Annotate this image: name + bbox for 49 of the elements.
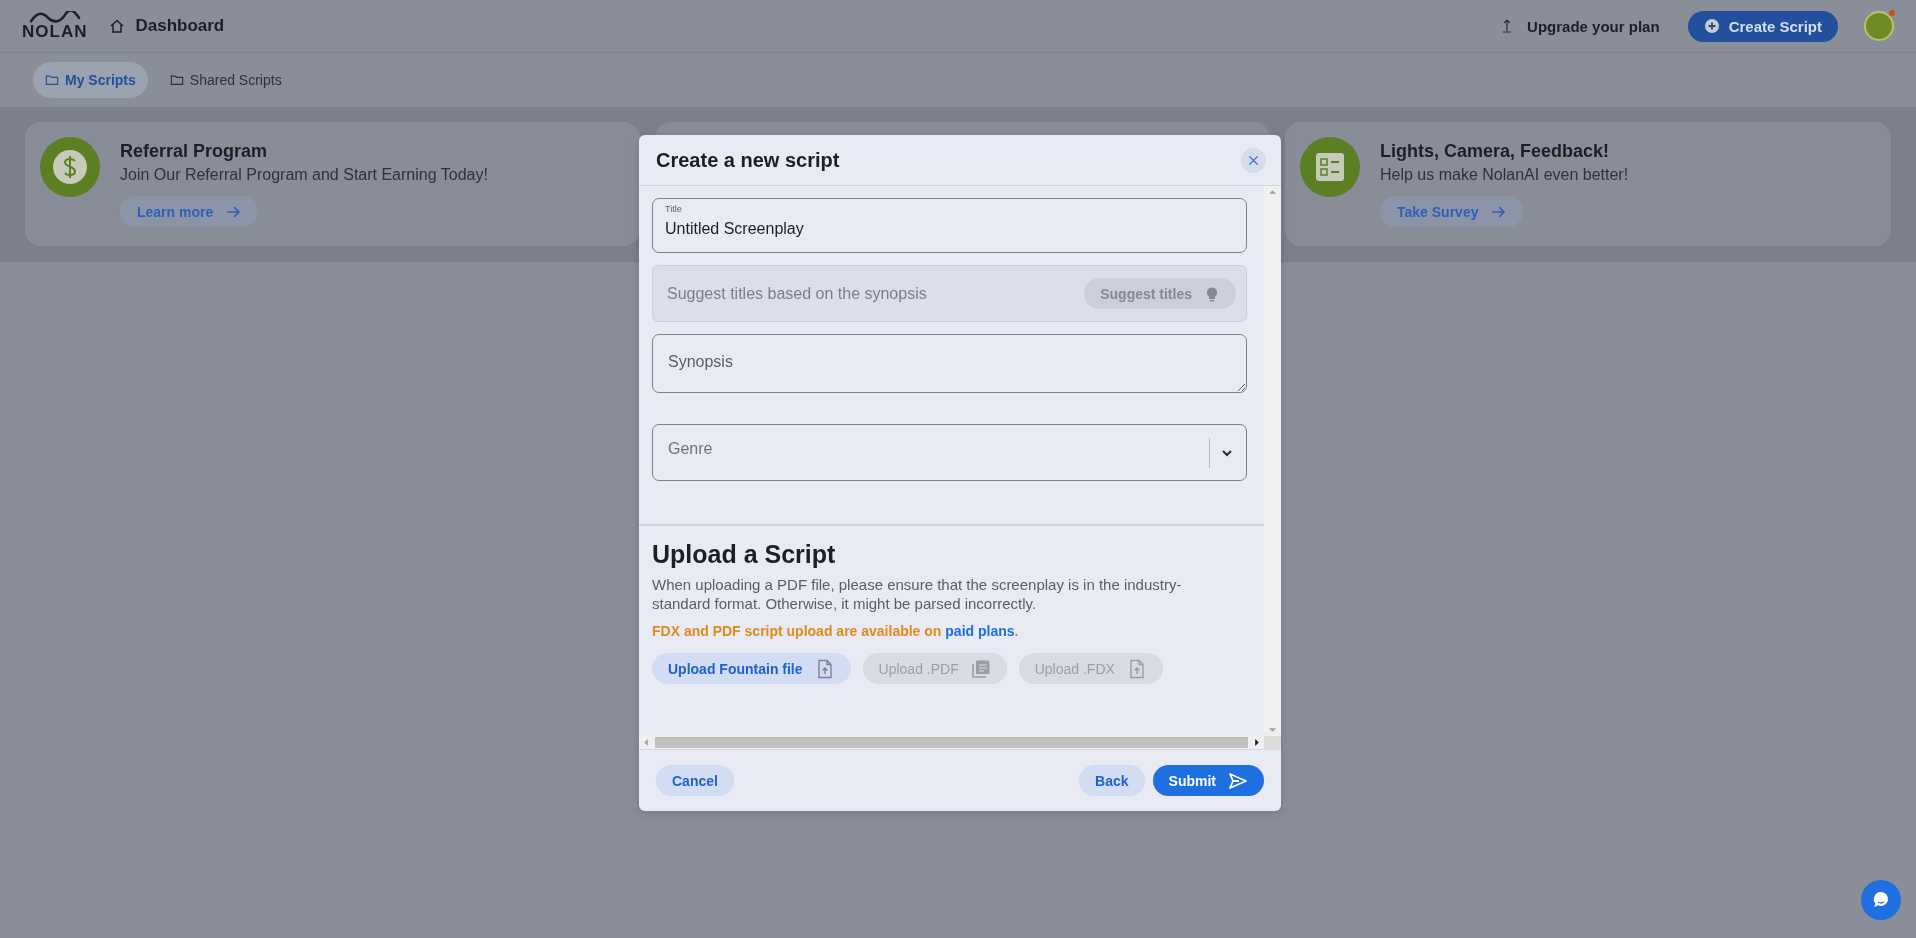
dialog-title: Create a new script (656, 148, 840, 172)
upgrade-link[interactable]: Upgrade your plan (1493, 16, 1666, 36)
page-title: Dashboard (135, 16, 225, 36)
paid-plans-link[interactable]: paid plans (945, 623, 1015, 639)
dollar-icon (40, 137, 100, 197)
home-icon (109, 18, 126, 34)
back-button[interactable]: Back (1079, 765, 1145, 796)
vertical-scrollbar[interactable] (1264, 186, 1281, 736)
field-value[interactable]: Untitled Screenplay (665, 214, 1234, 238)
submit-button[interactable]: Submit (1152, 765, 1264, 796)
cancel-button[interactable]: Cancel (656, 765, 734, 796)
horizontal-scrollbar[interactable] (639, 736, 1264, 749)
logo[interactable]: NOLAN (22, 11, 88, 41)
create-script-button[interactable]: Create Script (1687, 10, 1838, 42)
chat-bubble-icon (1871, 890, 1891, 910)
section-heading: Upload a Script (652, 540, 837, 569)
banner-subtitle: Join Our Referral Program and Start Earning Today! (120, 166, 488, 184)
upload-description: When uploading a PDF file, please ensure that the screenplay is in the industry-standard format. Otherwise, it might be parsed incorrectly. (652, 575, 1183, 613)
folder-icon (45, 73, 59, 87)
bulb-icon (1204, 285, 1220, 302)
checklist-icon (1300, 137, 1360, 197)
banner-subtitle: Help us make NolanAI even better! (1380, 166, 1629, 184)
plan-notice: FDX and PDF script upload are available on paid plans. (652, 623, 1020, 639)
title-field[interactable]: Title Untitled Screenplay (652, 198, 1247, 253)
scroll-right-icon[interactable] (1254, 738, 1260, 747)
send-icon (1228, 770, 1248, 791)
arrow-right-icon (225, 203, 242, 220)
close-button[interactable] (1241, 147, 1266, 173)
avatar[interactable] (1864, 11, 1894, 41)
folder-icon (169, 73, 184, 87)
banner-title: Lights, Camera, Feedback! (1380, 141, 1610, 162)
scroll-left-icon[interactable] (643, 738, 649, 747)
close-icon (1248, 154, 1259, 166)
logo-text: NOLAN (22, 23, 88, 41)
arrow-right-icon (1490, 203, 1507, 220)
scroll-down-icon[interactable] (1268, 727, 1277, 733)
tab[interactable]: Shared Scripts (157, 62, 294, 98)
synopsis-field[interactable]: Synopsis (652, 334, 1247, 393)
pdf-file-icon (970, 658, 991, 679)
chat-button[interactable] (1861, 880, 1901, 920)
genre-select[interactable]: Genre (652, 424, 1247, 481)
scroll-up-icon[interactable] (1268, 189, 1277, 195)
genre-placeholder: Genre (668, 439, 714, 458)
upload-button[interactable]: Upload Fountain file (652, 653, 851, 684)
tab[interactable]: My Scripts (33, 62, 148, 98)
wave-icon (28, 11, 81, 23)
field-label: Title (665, 204, 683, 214)
plus-icon (1703, 18, 1720, 34)
banner-title: Referral Program (120, 141, 268, 162)
